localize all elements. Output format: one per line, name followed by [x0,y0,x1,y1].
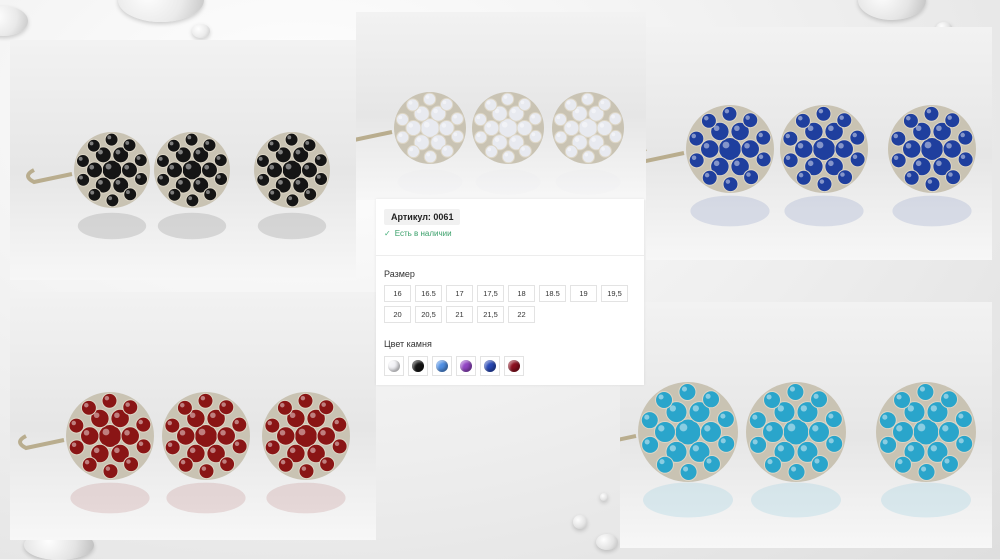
water-drop [596,534,618,550]
earring [472,92,544,195]
earring [888,105,976,227]
size-option[interactable]: 22 [508,306,535,323]
earring [552,92,624,195]
earring [876,382,976,518]
stock-status-text: Есть в наличии [394,229,452,238]
size-option[interactable]: 19,5 [601,285,628,302]
earring [638,382,738,518]
water-drop [0,6,28,36]
stone-color-black[interactable] [408,356,428,376]
earring [66,392,154,514]
earring [154,132,230,240]
product-info-panel: Артикул: 0061 ✓ Есть в наличии Размер 16 … [376,199,644,385]
stone-color-red[interactable] [504,356,524,376]
stone-color-heading: Цвет камня [384,339,432,349]
size-option[interactable]: 16.5 [415,285,442,302]
photo-blue-earrings [646,27,992,260]
stone-color-purple[interactable] [456,356,476,376]
gem-dot-icon [412,360,424,372]
earring [162,392,250,514]
water-drop [192,24,210,38]
earring [686,105,774,227]
water-drop [118,0,204,22]
size-option[interactable]: 20,5 [415,306,442,323]
water-drop [573,515,587,529]
gem-dot-icon [484,360,496,372]
earring [394,92,466,195]
earring [74,132,150,240]
sku-badge: Артикул: 0061 [384,209,461,225]
photo-white-earrings [356,12,646,200]
check-icon: ✓ [384,229,391,238]
size-option[interactable]: 17,5 [477,285,504,302]
size-options: 16 16.5 17 17,5 18 18.5 19 19,5 20 20,5 … [384,285,644,323]
size-option[interactable]: 18 [508,285,535,302]
earring [262,392,350,514]
stone-color-options [384,356,524,376]
stone-color-blue[interactable] [480,356,500,376]
stock-status: ✓ Есть в наличии [384,229,452,238]
gem-dot-icon [436,360,448,372]
earring [254,132,330,240]
photo-red-earrings [10,292,376,540]
size-option[interactable]: 21 [446,306,473,323]
size-option[interactable]: 17 [446,285,473,302]
earring [746,382,846,518]
photo-teal-earrings [620,302,992,548]
gem-dot-icon [508,360,520,372]
stone-color-light-blue[interactable] [432,356,452,376]
size-heading: Размер [384,269,415,279]
water-drop [600,493,608,501]
size-option[interactable]: 18.5 [539,285,566,302]
photo-black-earrings [10,40,356,280]
size-option[interactable]: 16 [384,285,411,302]
gem-dot-icon [460,360,472,372]
water-drop [858,0,926,20]
gem-dot-icon [388,360,400,372]
size-option[interactable]: 19 [570,285,597,302]
stone-color-white[interactable] [384,356,404,376]
divider [376,255,644,256]
size-option[interactable]: 20 [384,306,411,323]
size-option[interactable]: 21,5 [477,306,504,323]
earring [780,105,868,227]
